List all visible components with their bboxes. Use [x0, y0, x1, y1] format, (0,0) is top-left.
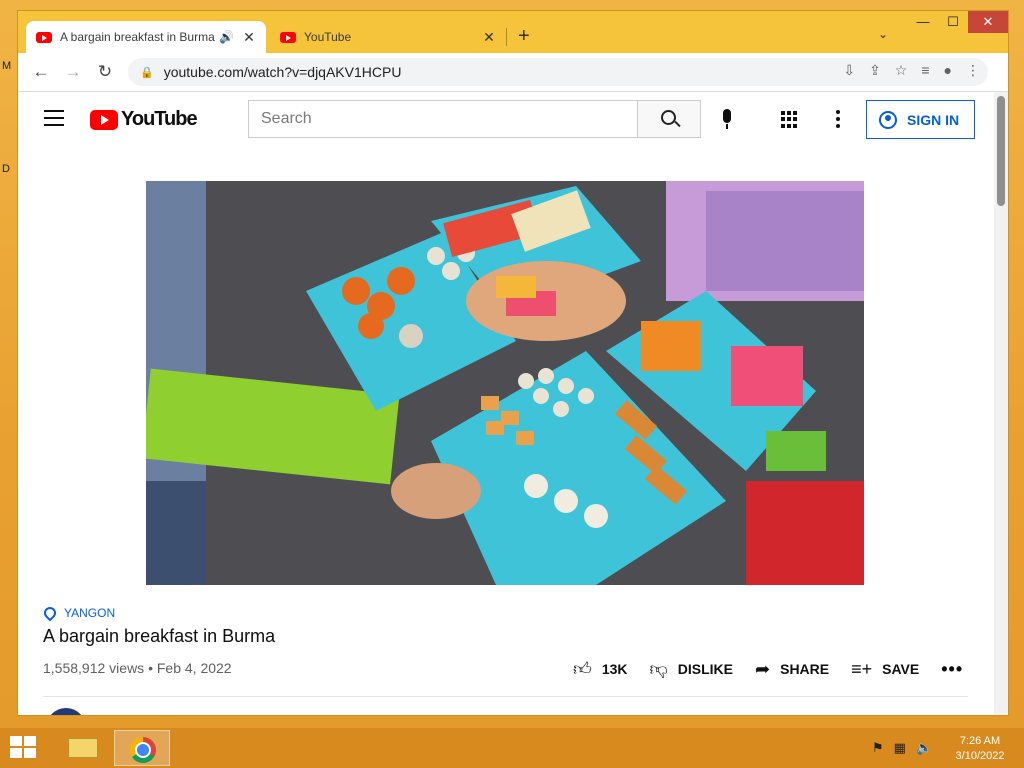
chrome-taskbar-button[interactable]: [114, 730, 170, 766]
video-frame-food-trays: [146, 181, 864, 585]
file-explorer-taskbar-button[interactable]: [56, 730, 112, 766]
address-bar[interactable]: 🔒 youtube.com/watch?v=djqAKV1HCPU ⇩ ⇪ ☆ …: [128, 58, 988, 86]
forward-arrow-icon[interactable]: →: [62, 61, 84, 83]
dislike-button[interactable]: 👎︎ DISLIKE: [650, 658, 734, 680]
thumb-up-icon: 👍︎: [573, 659, 592, 679]
close-tab-icon[interactable]: ✕: [482, 29, 496, 46]
sign-in-button[interactable]: SIGN IN: [866, 100, 975, 139]
youtube-wordmark: YouTube: [121, 108, 198, 130]
youtube-favicon-icon: [280, 31, 296, 43]
youtube-favicon-icon: [36, 31, 52, 43]
youtube-page: YouTube Search SIGN IN YANGON A bargain …: [18, 92, 994, 715]
scrollbar-thumb[interactable]: [997, 96, 1005, 206]
windows-taskbar: ⚑ ▦ 🔈 7:26 AM 3/10/2022: [0, 728, 1024, 768]
save-button[interactable]: ≡+ SAVE: [851, 659, 919, 680]
youtube-header: YouTube Search SIGN IN: [18, 92, 994, 148]
youtube-play-icon: [90, 109, 118, 130]
share-button[interactable]: ➦ SHARE: [755, 659, 829, 680]
minimize-button[interactable]: —: [908, 11, 938, 33]
back-arrow-icon[interactable]: ←: [30, 61, 52, 83]
chrome-icon: [130, 737, 156, 763]
share-arrow-icon: ➦: [755, 658, 771, 679]
lock-icon[interactable]: 🔒: [140, 66, 154, 79]
apps-grid-icon[interactable]: [781, 111, 798, 128]
voice-search-mic-icon[interactable]: [723, 109, 731, 129]
browser-window: A bargain breakfast in Burma 🔊 ✕ YouTube…: [17, 10, 1009, 716]
install-app-icon[interactable]: ⇩: [843, 62, 855, 79]
search-input[interactable]: Search: [248, 100, 638, 138]
share-label: SHARE: [780, 661, 830, 677]
network-icon[interactable]: ▦: [894, 740, 906, 756]
system-tray: ⚑ ▦ 🔈: [872, 740, 932, 756]
sign-in-label: SIGN IN: [907, 111, 960, 128]
action-center-flag-icon[interactable]: ⚑: [872, 740, 884, 756]
tab-video[interactable]: A bargain breakfast in Burma 🔊 ✕: [26, 21, 266, 53]
account-circle-icon: [879, 110, 897, 129]
search-icon: [661, 110, 676, 125]
tab-youtube[interactable]: YouTube ✕: [270, 21, 506, 53]
bookmark-star-icon[interactable]: ☆: [895, 62, 908, 79]
windows-start-icon[interactable]: [10, 736, 38, 760]
close-window-button[interactable]: ✕: [968, 11, 1008, 33]
video-title: A bargain breakfast in Burma: [43, 626, 276, 646]
speaker-icon[interactable]: 🔊: [219, 30, 234, 44]
desktop-icon-label-peek: M: [2, 60, 12, 72]
like-button[interactable]: 👍︎ 13K: [573, 658, 628, 680]
save-label: SAVE: [882, 661, 920, 677]
location-pin-icon: [41, 604, 59, 622]
video-actions: 👍︎ 13K 👎︎ DISLIKE ➦ SHARE ≡+ SAVE •••: [573, 658, 963, 680]
profile-icon[interactable]: ●: [944, 62, 952, 79]
section-divider: [43, 696, 968, 697]
folder-icon: [68, 738, 98, 758]
tab-separator: [506, 28, 507, 46]
share-page-icon[interactable]: ⇪: [869, 62, 881, 79]
dislike-label: DISLIKE: [677, 661, 734, 677]
url-text[interactable]: youtube.com/watch?v=djqAKV1HCPU: [164, 64, 402, 80]
video-player[interactable]: [146, 181, 864, 585]
more-actions-button[interactable]: •••: [941, 659, 963, 680]
close-tab-icon[interactable]: ✕: [242, 29, 256, 46]
system-clock[interactable]: 7:26 AM 3/10/2022: [950, 734, 1010, 764]
reload-icon[interactable]: ↻: [94, 61, 116, 83]
thumb-down-icon: 👎︎: [649, 659, 668, 679]
media-queue-icon[interactable]: ≡: [921, 62, 929, 79]
playlist-add-icon: ≡+: [851, 658, 873, 679]
channel-avatar[interactable]: [46, 708, 86, 715]
view-count-and-date: 1,558,912 views • Feb 4, 2022: [43, 660, 232, 676]
tab-strip: A bargain breakfast in Burma 🔊 ✕ YouTube…: [18, 11, 1008, 53]
page-scrollbar[interactable]: [994, 92, 1008, 715]
location-label[interactable]: YANGON: [64, 606, 115, 620]
settings-kebab-icon[interactable]: [836, 110, 840, 131]
new-tab-button[interactable]: +: [518, 25, 530, 48]
search-button[interactable]: [638, 100, 701, 138]
youtube-logo[interactable]: YouTube: [90, 108, 198, 131]
clock-date: 3/10/2022: [955, 750, 1005, 762]
maximize-button[interactable]: ☐: [938, 11, 968, 33]
clock-time: 7:26 AM: [959, 735, 1001, 747]
tab-title: YouTube: [304, 30, 352, 44]
location-link[interactable]: YANGON: [41, 604, 115, 622]
tab-title: A bargain breakfast in Burma: [60, 30, 215, 44]
browser-toolbar: ← → ↻ 🔒 youtube.com/watch?v=djqAKV1HCPU …: [18, 53, 1008, 92]
hamburger-menu-icon[interactable]: [44, 110, 64, 126]
like-count: 13K: [601, 661, 628, 677]
volume-muted-icon[interactable]: 🔈: [916, 740, 932, 756]
tab-search-chevron-icon[interactable]: ⌄: [878, 27, 888, 41]
browser-menu-icon[interactable]: ⋮: [966, 62, 980, 79]
desktop-icon-label-peek: D: [2, 163, 10, 175]
